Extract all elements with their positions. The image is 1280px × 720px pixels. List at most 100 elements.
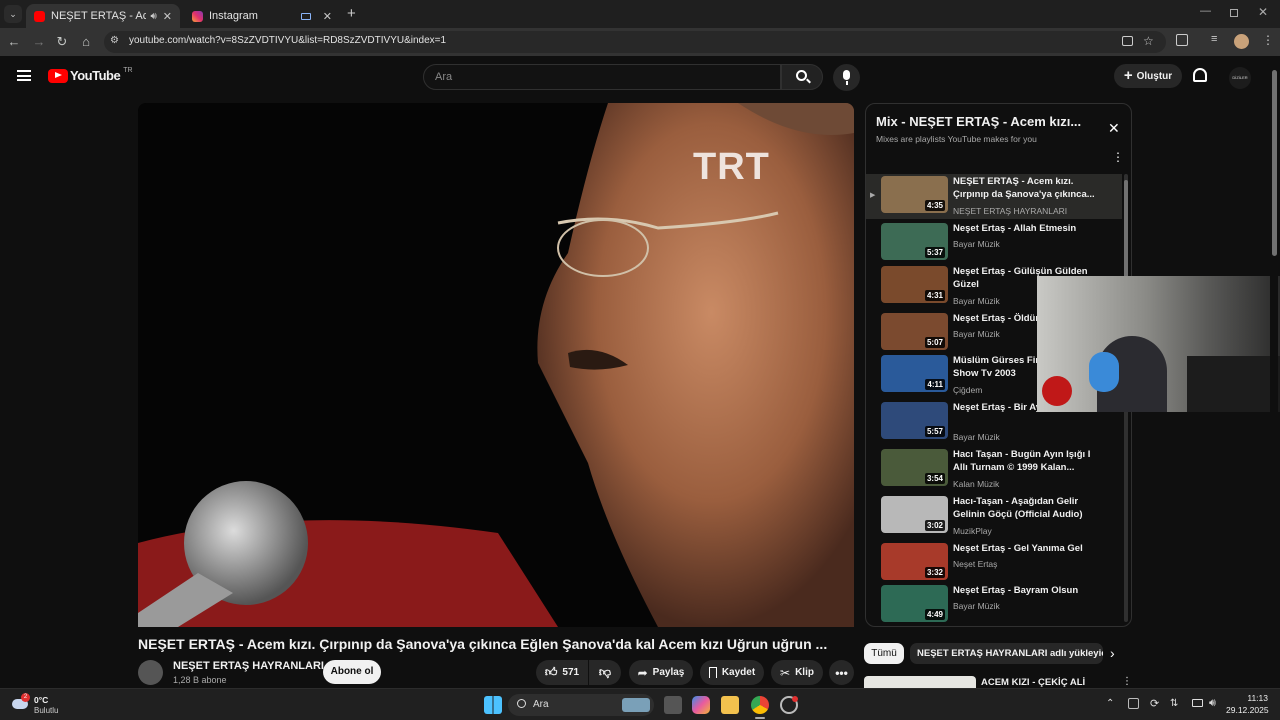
- video-thumbnail[interactable]: 4:35: [881, 176, 948, 213]
- video-thumbnail[interactable]: 4:11: [881, 355, 948, 392]
- share-arrow-icon: ➦: [637, 665, 648, 680]
- close-tab-icon[interactable]: ✕: [163, 10, 172, 23]
- voice-search-button[interactable]: [833, 64, 860, 91]
- browser-toolbar: ← → ↻ ⌂ ⚙ youtube.com/watch?v=8SzZVDTIVY…: [0, 28, 1280, 56]
- copilot-icon[interactable]: [692, 696, 710, 714]
- taskbar-search-placeholder: Ara: [533, 699, 549, 710]
- back-icon[interactable]: ←: [6, 34, 22, 50]
- recommended-video[interactable]: ACEM KIZI - ÇEKİÇ ALİ ⋮: [864, 676, 1134, 688]
- tray-volume-icon[interactable]: 🔊︎: [1209, 697, 1216, 710]
- channel-name[interactable]: NEŞET ERTAŞ HAYRANLARI: [173, 660, 324, 672]
- plus-icon: +: [1123, 67, 1133, 84]
- playlist-item[interactable]: 3:02 Hacı-Taşan - Aşağıdan Gelir Gelinin…: [866, 494, 1122, 539]
- video-thumbnail[interactable]: 4:31: [881, 266, 948, 303]
- playlist-item[interactable]: 3:32 Neşet Ertaş - Gel Yanıma Gel Neşet …: [866, 541, 1122, 586]
- file-explorer-icon[interactable]: [721, 696, 739, 714]
- playlist-item[interactable]: 5:37 Neşet Ertaş - Allah Etmesin Bayar M…: [866, 221, 1122, 266]
- windows-start-icon[interactable]: [484, 696, 502, 714]
- playlist-item-title: NEŞET ERTAŞ - Acem kızı. Çırpınıp da Şan…: [953, 176, 1095, 200]
- recommended-menu-icon[interactable]: ⋮: [1122, 676, 1132, 687]
- instagram-favicon-icon: [192, 10, 203, 22]
- region-badge: TR: [123, 67, 133, 74]
- tab-youtube[interactable]: NEŞET ERTAŞ - Acem kızı. Ç 🔊︎ ✕: [26, 4, 180, 28]
- account-avatar[interactable]: DİZİLER: [1229, 67, 1251, 89]
- video-thumbnail[interactable]: 3:54: [881, 449, 948, 486]
- bookmark-star-icon[interactable]: ☆: [1143, 34, 1154, 48]
- playlist-menu-icon[interactable]: ⋮: [1112, 150, 1124, 164]
- tab-instagram[interactable]: Instagram ✕: [184, 4, 340, 28]
- tab-search-button[interactable]: ⌄: [4, 5, 22, 23]
- dislike-button[interactable]: 👎︎: [589, 660, 621, 685]
- recommended-thumbnail[interactable]: [864, 676, 976, 688]
- tray-display-icon[interactable]: [1192, 699, 1203, 707]
- address-bar[interactable]: ⚙ youtube.com/watch?v=8SzZVDTIVYU&list=R…: [104, 31, 1166, 53]
- chip-all[interactable]: Tümü: [864, 643, 904, 664]
- channel-avatar[interactable]: [138, 660, 163, 685]
- tray-overflow-icon[interactable]: ⌃: [1106, 698, 1114, 709]
- duration-badge: 5:07: [924, 337, 945, 348]
- playlist-item-channel: Çiğdem: [953, 385, 983, 395]
- video-thumbnail[interactable]: 5:07: [881, 313, 948, 350]
- clip-button[interactable]: ✂ Klip: [771, 660, 823, 685]
- browser-menu-icon[interactable]: ⋮: [1262, 33, 1274, 47]
- video-player[interactable]: TRT: [138, 103, 854, 627]
- video-thumbnail[interactable]: 3:32: [881, 543, 948, 580]
- search-icon: [517, 699, 526, 708]
- new-tab-icon[interactable]: +: [347, 5, 356, 22]
- scissors-icon: ✂: [780, 665, 791, 680]
- weather-widget[interactable]: 2 0°C Bulutlu: [10, 693, 90, 717]
- restore-icon[interactable]: [1230, 9, 1238, 17]
- notifications-bell-icon[interactable]: [1193, 68, 1207, 82]
- close-tab-icon[interactable]: ✕: [323, 10, 332, 23]
- extensions-icon[interactable]: [1176, 34, 1188, 46]
- duration-badge: 4:35: [924, 200, 945, 211]
- reload-icon[interactable]: ↻: [54, 34, 70, 50]
- video-thumbnail[interactable]: 3:02: [881, 496, 948, 533]
- search-button[interactable]: [781, 64, 823, 90]
- search-input[interactable]: Ara: [423, 64, 781, 90]
- guide-menu-icon[interactable]: [17, 70, 31, 81]
- playlist-item-channel: Bayar Müzik: [953, 296, 1000, 306]
- youtube-logo[interactable]: YouTube TR: [48, 67, 133, 83]
- subscribe-button[interactable]: Abone ol: [323, 660, 381, 684]
- duration-badge: 5:37: [924, 247, 945, 258]
- home-icon[interactable]: ⌂: [78, 34, 94, 50]
- playlist-item[interactable]: 4:49 Neşet Ertaş - Bayram Olsun Bayar Mü…: [866, 583, 1122, 626]
- clock-date[interactable]: 29.12.2025: [1226, 705, 1269, 715]
- reading-list-icon[interactable]: ≡: [1211, 33, 1217, 45]
- search-highlight-icon: [622, 698, 650, 712]
- bookmark-icon: [708, 667, 717, 678]
- video-thumbnail[interactable]: 4:49: [881, 585, 948, 622]
- playlist-item[interactable]: ▶ 4:35 NEŞET ERTAŞ - Acem kızı. Çırpınıp…: [866, 174, 1122, 219]
- chrome-icon[interactable]: [751, 696, 769, 714]
- playlist-item[interactable]: 3:54 Hacı Taşan - Bugün Ayın Işığı I All…: [866, 447, 1122, 492]
- page-scrollbar[interactable]: [1270, 60, 1278, 686]
- site-info-icon[interactable]: ⚙: [110, 35, 119, 46]
- chevron-right-icon[interactable]: ›: [1110, 645, 1115, 661]
- tray-app-icon[interactable]: [1128, 698, 1139, 709]
- forward-icon[interactable]: →: [31, 34, 47, 50]
- clock-time[interactable]: 11:13: [1246, 693, 1268, 703]
- taskbar-search[interactable]: Ara: [508, 694, 654, 716]
- minimize-icon[interactable]: —: [1200, 5, 1211, 17]
- playlist-title: Mix - NEŞET ERTAŞ - Acem kızı...: [876, 114, 1082, 129]
- close-window-icon[interactable]: ✕: [1258, 5, 1268, 19]
- tab-title: NEŞET ERTAŞ - Acem kızı. Ç: [51, 10, 147, 22]
- create-button[interactable]: + Oluştur: [1114, 64, 1182, 88]
- playlist-item-channel: NEŞET ERTAŞ HAYRANLARI: [953, 206, 1068, 216]
- install-app-icon[interactable]: [1122, 36, 1133, 46]
- profile-avatar-icon[interactable]: [1234, 34, 1249, 49]
- task-view-icon[interactable]: [664, 696, 682, 714]
- save-button[interactable]: Kaydet: [700, 660, 764, 685]
- tray-network-activity-icon[interactable]: ⇅: [1170, 698, 1178, 709]
- youtube-logo-text: YouTube: [70, 68, 121, 83]
- screen-share-icon: [300, 12, 311, 20]
- close-playlist-icon[interactable]: ✕: [1108, 120, 1120, 137]
- chip-uploader[interactable]: NEŞET ERTAŞ HAYRANLARI adlı yükleyicid: [910, 643, 1103, 664]
- video-thumbnail[interactable]: 5:37: [881, 223, 948, 260]
- video-thumbnail[interactable]: 5:57: [881, 402, 948, 439]
- more-actions-button[interactable]: •••: [829, 660, 854, 685]
- share-button[interactable]: ➦ Paylaş: [629, 660, 693, 685]
- like-button[interactable]: 👍︎ 571: [536, 660, 588, 685]
- tray-sync-icon[interactable]: ⟳: [1150, 697, 1159, 710]
